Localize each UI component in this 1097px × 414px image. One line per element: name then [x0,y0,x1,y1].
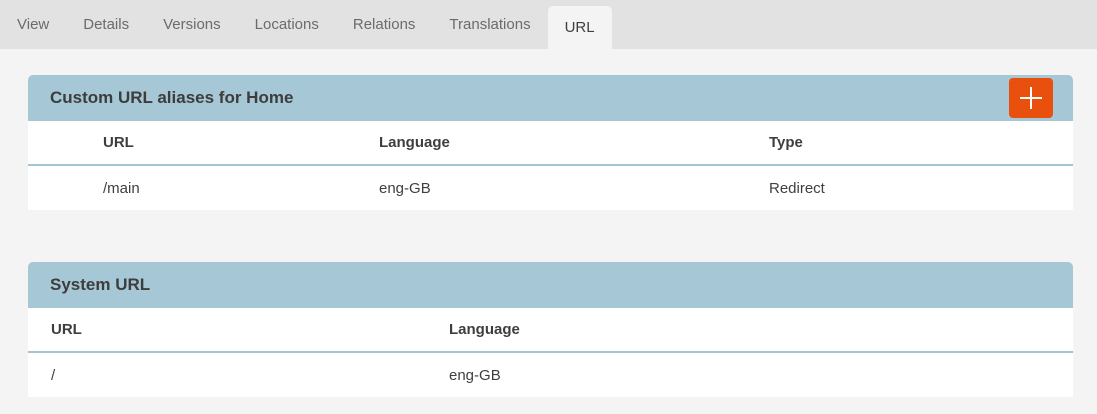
tab-bar: View Details Versions Locations Relation… [0,0,1097,49]
system-language-value: eng-GB [449,367,1073,384]
alias-type-value: Redirect [769,180,1073,197]
system-url-header: System URL [28,262,1073,308]
tab-locations[interactable]: Locations [238,0,336,49]
tab-url[interactable]: URL [548,6,612,49]
column-header-url: URL [28,321,449,338]
alias-url-value: /main [103,180,379,197]
column-header-type: Type [769,134,1073,151]
tab-relations[interactable]: Relations [336,0,433,49]
alias-language-value: eng-GB [379,180,769,197]
panel-title: Custom URL aliases for Home [50,88,293,108]
plus-icon [1019,86,1043,110]
custom-url-aliases-header: Custom URL aliases for Home [28,75,1073,121]
table-row: / eng-GB [28,353,1073,397]
panel-title: System URL [50,275,150,295]
custom-url-aliases-table: URL Language Type /main eng-GB Redirect [28,121,1073,210]
column-header-language: Language [449,321,1073,338]
main-content: Custom URL aliases for Home URL Language… [0,49,1097,397]
table-header-row: URL Language [28,308,1073,351]
column-header-language: Language [379,134,769,151]
system-url-value: / [28,367,449,384]
tab-details[interactable]: Details [66,0,146,49]
tab-translations[interactable]: Translations [432,0,547,49]
add-url-alias-button[interactable] [1009,78,1053,118]
tab-versions[interactable]: Versions [146,0,238,49]
column-header-url: URL [103,134,379,151]
table-row: /main eng-GB Redirect [28,166,1073,210]
custom-url-aliases-panel: Custom URL aliases for Home URL Language… [28,75,1073,210]
system-url-table: URL Language / eng-GB [28,308,1073,397]
system-url-panel: System URL URL Language / eng-GB [28,262,1073,397]
table-header-row: URL Language Type [28,121,1073,164]
tab-view[interactable]: View [0,0,66,49]
